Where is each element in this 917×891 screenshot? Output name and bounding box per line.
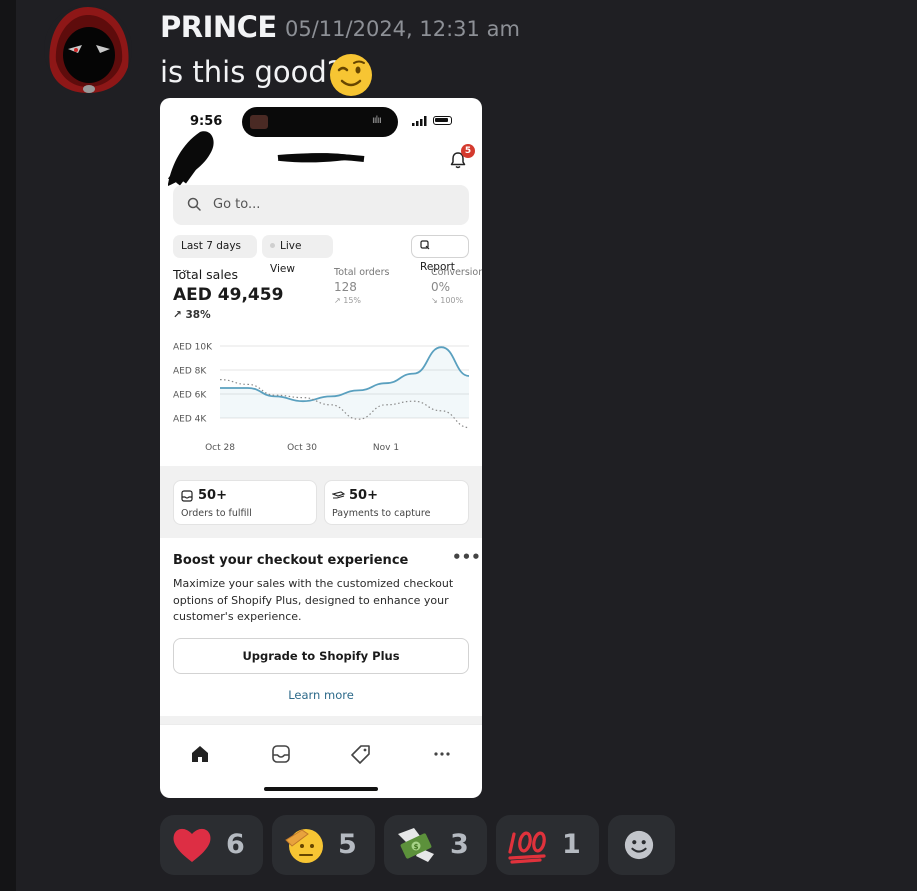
total-sales-value: AED 49,459: [173, 285, 284, 305]
tab-bar: [160, 724, 482, 784]
reaction-count: 3: [450, 829, 469, 860]
winking-face-icon: [330, 54, 372, 96]
svg-text:$: $: [414, 843, 419, 851]
x-tick-label: Oct 28: [205, 443, 235, 453]
section-divider: [160, 716, 482, 724]
red-heart-icon: [173, 828, 211, 862]
message-timestamp: 05/11/2024, 12:31 am: [285, 17, 520, 41]
total-sales-label: Total sales: [173, 267, 239, 282]
notification-badge: 5: [461, 144, 475, 158]
x-tick-label: Oct 30: [287, 443, 317, 453]
y-tick-label: AED 8K: [173, 367, 207, 377]
reaction-hundred-points[interactable]: 1: [496, 815, 599, 875]
promo-title: Boost your checkout experience: [173, 553, 409, 568]
y-tick-label: AED 10K: [173, 343, 213, 353]
battery-icon: [433, 116, 452, 125]
products-icon[interactable]: [350, 743, 372, 765]
conversion-delta: ↘ 100%: [431, 296, 463, 305]
series-area: [220, 347, 469, 418]
total-sales-delta: ↗ 38%: [173, 309, 211, 321]
home-icon[interactable]: [189, 743, 211, 765]
conversion-delta-value: 100%: [440, 296, 464, 305]
live-dot-icon: [270, 243, 275, 248]
money-with-wings-icon: $: [398, 828, 434, 862]
more-options-icon[interactable]: •••: [452, 548, 481, 566]
orders-icon[interactable]: [270, 743, 292, 765]
arrow-up-right-icon: ↗: [334, 296, 344, 305]
orders-to-fulfill-count: 50+: [198, 488, 227, 503]
payment-hand-icon: [332, 491, 346, 499]
arrow-up-right-icon: ↗: [173, 309, 186, 321]
conversion-value: 0%: [431, 280, 451, 294]
reaction-money-with-wings[interactable]: $ 3: [384, 815, 487, 875]
search-placeholder: Go to...: [213, 197, 261, 212]
attached-screenshot[interactable]: 9:56 ıılıı 5 Go to... Last 7 days ⌄ Live…: [160, 98, 482, 798]
date-range-label: Last 7 days: [181, 240, 242, 252]
left-rail: [0, 0, 16, 891]
add-reaction-button[interactable]: [608, 815, 675, 875]
saluting-face-icon: [285, 829, 323, 863]
search-icon: [187, 197, 201, 211]
reaction-count: 6: [226, 829, 245, 860]
hundred-points-icon: [508, 831, 546, 864]
report-icon: [420, 240, 430, 250]
promo-body: Maximize your sales with the customized …: [173, 577, 454, 623]
message-text: is this good?: [160, 55, 343, 89]
report-button[interactable]: Report: [411, 235, 469, 273]
add-reaction-icon: [624, 830, 654, 860]
live-view-button[interactable]: Live View: [262, 235, 333, 275]
reaction-count: 1: [562, 829, 581, 860]
audio-wave-icon: ıılıı: [372, 115, 382, 126]
reaction-count: 5: [338, 829, 357, 860]
user-avatar[interactable]: [42, 5, 134, 95]
total-sales-delta-value: 38%: [185, 309, 211, 321]
x-tick-label: Nov 1: [373, 443, 399, 453]
arrow-down-icon: ↘: [431, 296, 441, 305]
search-bar[interactable]: Go to...: [173, 185, 469, 225]
inbox-icon: [181, 490, 193, 502]
home-indicator: [264, 787, 378, 791]
redaction-scribble: [168, 131, 365, 186]
payments-to-capture-card[interactable]: 50+ Payments to capture: [324, 480, 469, 525]
y-tick-label: AED 6K: [173, 391, 207, 401]
learn-more-link[interactable]: Learn more: [160, 688, 482, 702]
more-icon[interactable]: [431, 743, 453, 765]
total-orders-delta: ↗ 15%: [334, 296, 361, 305]
total-orders-delta-value: 15%: [343, 296, 362, 305]
conversion-label: Conversion: [431, 267, 482, 278]
payments-to-capture-count: 50+: [349, 488, 378, 503]
y-tick-label: AED 4K: [173, 415, 207, 425]
orders-to-fulfill-card[interactable]: 50+ Orders to fulfill: [173, 480, 317, 525]
signal-icon: [412, 116, 427, 126]
total-orders-label: Total orders: [334, 267, 390, 278]
upgrade-button[interactable]: Upgrade to Shopify Plus: [173, 638, 469, 674]
date-range-button[interactable]: Last 7 days ⌄: [173, 235, 257, 275]
reaction-red-heart[interactable]: 6: [160, 815, 263, 875]
total-orders-value: 128: [334, 280, 357, 294]
orders-to-fulfill-label: Orders to fulfill: [181, 508, 252, 519]
sales-chart: AED 10K AED 8K AED 6K AED 4K Oct 28 Oct 30 Nov…: [173, 343, 470, 453]
message: PRINCE 05/11/2024, 12:31 am is this good…: [16, 0, 917, 891]
payments-to-capture-label: Payments to capture: [332, 508, 431, 519]
reaction-saluting-face[interactable]: 5: [272, 815, 375, 875]
username[interactable]: PRINCE: [160, 10, 277, 44]
